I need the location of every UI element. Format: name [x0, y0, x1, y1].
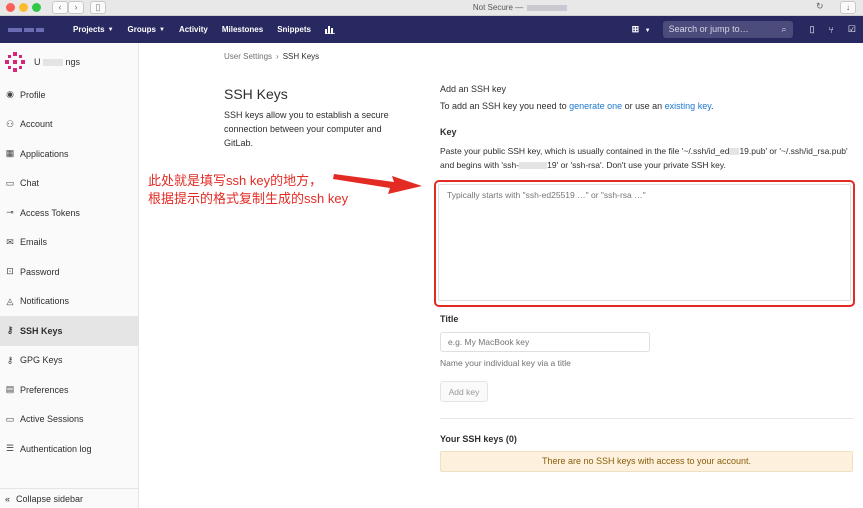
sidebar-item-label: GPG Keys — [20, 355, 63, 366]
generate-one-link[interactable]: generate one — [569, 101, 622, 111]
sidebar-item-notifications[interactable]: ◬ Notifications — [0, 287, 138, 317]
new-item-dropdown-icon[interactable]: ⊞ ▼ — [632, 24, 651, 35]
applications-icon: ▦ — [5, 148, 15, 159]
reload-icon[interactable]: ↻ — [816, 1, 824, 12]
collapse-sidebar-button[interactable]: « Collapse sidebar — [0, 488, 138, 508]
search-icon: ⌕ — [781, 24, 787, 34]
account-icon: ⚇ — [5, 118, 15, 129]
chevron-down-icon: ▼ — [158, 26, 165, 33]
add-key-intro: Add an SSH key To add an SSH key you nee… — [440, 84, 852, 111]
sidebar-item-access-tokens[interactable]: ⊸ Access Tokens — [0, 198, 138, 228]
sidebar-item-gpg-keys[interactable]: ⚷ GPG Keys — [0, 346, 138, 376]
key-textarea[interactable] — [438, 184, 851, 301]
sidebar-item-label: Account — [20, 119, 53, 130]
back-icon[interactable]: ‹ — [52, 1, 68, 14]
user-name: U ngs — [34, 56, 81, 67]
add-key-button[interactable]: Add key — [440, 381, 488, 402]
add-key-heading: Add an SSH key — [440, 84, 507, 94]
existing-key-link[interactable]: existing key — [665, 101, 711, 111]
maximize-window-button[interactable] — [32, 3, 41, 12]
sidebar-menu: ◉ Profile ⚇ Account ▦ Applications ▭ Chat ⊸ Acces… — [0, 80, 138, 464]
sessions-icon: ▭ — [5, 413, 15, 424]
chevron-down-icon: ▼ — [107, 26, 114, 33]
forward-icon[interactable]: › — [68, 1, 84, 14]
add-key-description: To add an SSH key you need to generate o… — [440, 101, 714, 111]
profile-icon: ◉ — [6, 89, 14, 100]
nav-projects[interactable]: Projects ▼ — [73, 25, 114, 34]
annotation-text: 此处就是填写ssh key的地方， 根据提示的格式复制生成的ssh key — [148, 173, 349, 206]
preferences-icon: ▤ — [5, 384, 15, 395]
settings-sidebar: U ngs ◉ Profile ⚇ Account ▦ Applications ▭ Chat… — [0, 43, 139, 508]
sidebar-toggle-icon[interactable]: ▯ — [90, 1, 106, 14]
search-input[interactable]: Search or jump to… ⌕ — [662, 21, 793, 38]
url-text: Not Secure — — [472, 3, 524, 12]
nav-milestones[interactable]: Milestones — [222, 25, 263, 34]
password-icon: ⊡ — [6, 266, 14, 277]
sidebar-item-label: Access Tokens — [20, 207, 80, 218]
chart-icon[interactable] — [324, 25, 335, 34]
key-label: Key — [440, 127, 457, 137]
sidebar-item-authentication-log[interactable]: ☰ Authentication log — [0, 434, 138, 464]
sidebar-item-label: Chat — [20, 178, 40, 189]
breadcrumb-separator-icon: › — [276, 52, 279, 61]
nav-groups[interactable]: Groups ▼ — [128, 25, 165, 34]
gpg-key-icon: ⚷ — [6, 354, 14, 365]
sidebar-item-profile[interactable]: ◉ Profile — [0, 80, 138, 110]
sidebar-item-label: Emails — [20, 237, 48, 248]
sidebar-user[interactable]: U ngs — [0, 43, 138, 80]
avatar — [4, 51, 26, 73]
sidebar-item-emails[interactable]: ✉ Emails — [0, 228, 138, 258]
sidebar-item-applications[interactable]: ▦ Applications — [0, 139, 138, 169]
divider — [440, 418, 853, 419]
browser-toolbar: ‹ › ▯ Not Secure — ↻ ↓ — [0, 0, 863, 16]
sidebar-item-label: Password — [20, 266, 60, 277]
address-bar[interactable]: Not Secure — — [300, 1, 740, 14]
sidebar-item-preferences[interactable]: ▤ Preferences — [0, 375, 138, 405]
sidebar-item-ssh-keys[interactable]: ⚷ SSH Keys — [0, 316, 138, 346]
annotation-arrow-icon — [333, 174, 422, 194]
page-description: SSH keys allow you to establish a secure… — [224, 110, 389, 148]
title-help-text: Name your individual key via a title — [440, 358, 571, 368]
merge-requests-icon[interactable]: ⑂ — [829, 25, 834, 35]
emails-icon: ✉ — [6, 236, 14, 247]
sidebar-item-account[interactable]: ⚇ Account — [0, 110, 138, 140]
sidebar-item-active-sessions[interactable]: ▭ Active Sessions — [0, 405, 138, 435]
double-chevron-left-icon: « — [5, 493, 11, 504]
nav-activity[interactable]: Activity — [179, 25, 208, 34]
page-title: SSH Keys — [224, 86, 288, 102]
downloads-icon[interactable]: ↓ — [840, 1, 856, 14]
sidebar-item-label: Active Sessions — [20, 414, 84, 425]
header-actions: ⊞ ▼ Search or jump to… ⌕ ▯ ⑂ ☑ — [632, 16, 863, 43]
sidebar-item-chat[interactable]: ▭ Chat — [0, 169, 138, 199]
sidebar-item-label: SSH Keys — [20, 325, 63, 336]
issues-icon[interactable]: ▯ — [810, 24, 815, 35]
main-nav: Projects ▼ Groups ▼ Activity Milestones Sn… — [73, 16, 349, 43]
auth-log-icon: ☰ — [5, 443, 15, 454]
redacted-url — [527, 4, 568, 11]
empty-keys-alert: There are no SSH keys with access to you… — [440, 451, 853, 472]
sidebar-item-password[interactable]: ⊡ Password — [0, 257, 138, 287]
minimize-window-button[interactable] — [19, 3, 28, 12]
breadcrumb-parent[interactable]: User Settings — [224, 52, 272, 61]
key-help-text: Paste your public SSH key, which is usua… — [440, 146, 848, 170]
ssh-keys-list-heading: Your SSH keys (0) — [440, 434, 517, 444]
sidebar-item-label: Preferences — [20, 384, 69, 395]
sidebar-item-label: Authentication log — [20, 443, 92, 454]
breadcrumb-current[interactable]: SSH Keys — [283, 52, 319, 61]
sidebar-item-label: Notifications — [20, 296, 70, 307]
sidebar-item-label: Profile — [20, 89, 46, 100]
top-navbar: Projects ▼ Groups ▼ Activity Milestones Sn… — [0, 16, 863, 43]
close-window-button[interactable] — [6, 3, 15, 12]
ssh-key-icon: ⚷ — [6, 325, 14, 336]
title-input[interactable] — [440, 332, 650, 352]
todos-icon[interactable]: ☑ — [848, 24, 856, 35]
title-label: Title — [440, 314, 459, 324]
nav-snippets[interactable]: Snippets — [277, 25, 311, 34]
redacted-logo[interactable] — [8, 24, 48, 36]
breadcrumb: User Settings › SSH Keys — [224, 52, 319, 61]
sidebar-item-label: Applications — [20, 148, 69, 159]
notifications-icon: ◬ — [6, 295, 14, 306]
access-tokens-icon: ⊸ — [6, 207, 14, 218]
chat-icon: ▭ — [5, 177, 15, 188]
